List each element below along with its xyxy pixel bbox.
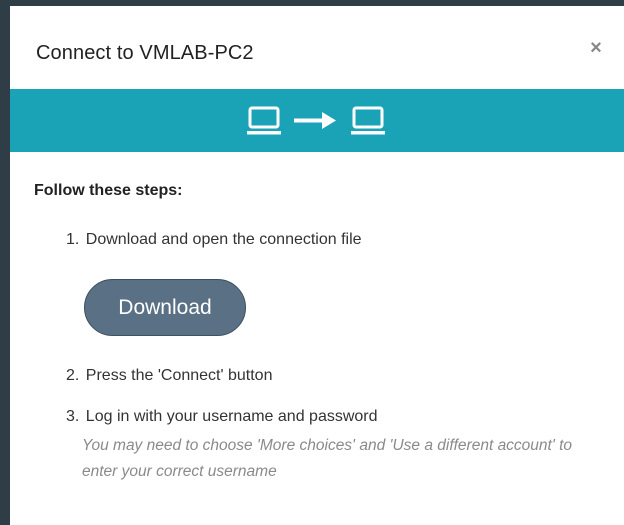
step-text: Download and open the connection file [85, 231, 362, 248]
step-number: 3. [66, 408, 80, 425]
step-text: Log in with your username and password [85, 408, 378, 425]
connection-banner [10, 89, 624, 152]
download-button[interactable]: Download [84, 279, 246, 336]
step-item: 1. Download and open the connection file [66, 230, 362, 250]
step-number: 2. [66, 367, 80, 384]
step-item: 2. Press the 'Connect' button [66, 366, 272, 386]
step-text: Press the 'Connect' button [85, 367, 273, 384]
dialog-header: Connect to VMLAB-PC2 × [10, 6, 624, 89]
step-item: 3. Log in with your username and passwor… [66, 407, 378, 427]
dialog-content: Follow these steps: 1. Download and open… [10, 152, 624, 525]
laptop-icon [351, 106, 385, 135]
close-button[interactable]: × [584, 36, 608, 60]
dialog-title: Connect to VMLAB-PC2 [36, 42, 254, 64]
laptop-icon [247, 106, 281, 135]
step-number: 1. [66, 231, 80, 248]
arrow-right-icon [294, 112, 336, 129]
connection-illustration [247, 106, 385, 135]
login-hint: You may need to choose 'More choices' an… [82, 437, 573, 480]
connect-dialog: Connect to VMLAB-PC2 × Follow these step… [10, 6, 624, 525]
steps-heading: Follow these steps: [34, 182, 183, 199]
